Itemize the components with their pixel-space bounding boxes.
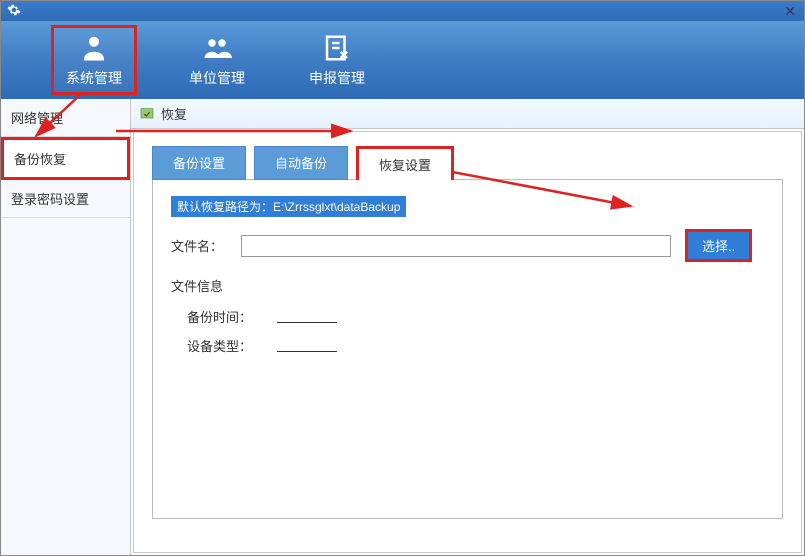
filename-row: 文件名： 选择.. bbox=[171, 229, 764, 262]
file-info-title: 文件信息 bbox=[171, 276, 764, 295]
device-type-value bbox=[277, 336, 337, 352]
sidebar-item-backup-restore[interactable]: 备份恢复 bbox=[1, 137, 130, 180]
ribbon-declaration-management[interactable]: 申报管理 bbox=[297, 28, 377, 92]
restore-icon bbox=[139, 106, 155, 122]
restore-panel: 默认恢复路径为：E:\Zrrssglxt\dataBackup 文件名： 选择.… bbox=[152, 179, 783, 519]
gear-icon[interactable] bbox=[7, 3, 21, 20]
device-type-row: 设备类型： bbox=[171, 336, 764, 355]
filename-input[interactable] bbox=[241, 235, 671, 257]
device-type-label: 设备类型： bbox=[187, 336, 277, 355]
user-admin-icon bbox=[78, 32, 110, 64]
toolbar: 恢复 bbox=[131, 99, 804, 129]
sidebar-item-password[interactable]: 登录密码设置 bbox=[1, 180, 130, 218]
body-area: 网络管理 备份恢复 登录密码设置 恢复 备份设置 自动备份 恢复设置 bbox=[1, 99, 804, 555]
sidebar-item-network[interactable]: 网络管理 bbox=[1, 99, 130, 137]
default-path-text: 默认恢复路径为：E:\Zrrssglxt\dataBackup bbox=[171, 196, 406, 217]
file-info-section: 文件信息 备份时间： 设备类型： bbox=[171, 276, 764, 355]
tab-restore-settings[interactable]: 恢复设置 bbox=[356, 146, 454, 180]
tab-auto-backup[interactable]: 自动备份 bbox=[254, 146, 348, 180]
sidebar: 网络管理 备份恢复 登录密码设置 bbox=[1, 99, 131, 555]
main-area: 恢复 备份设置 自动备份 恢复设置 默认恢复路径为：E:\Zrrssglxt\d… bbox=[131, 99, 804, 555]
ribbon-label: 申报管理 bbox=[309, 68, 365, 88]
ribbon: 系统管理 单位管理 申报管理 bbox=[1, 21, 804, 99]
backup-time-value bbox=[277, 307, 337, 323]
tabs: 备份设置 自动备份 恢复设置 bbox=[152, 146, 783, 180]
ribbon-unit-management[interactable]: 单位管理 bbox=[177, 28, 257, 92]
document-edit-icon bbox=[321, 32, 353, 64]
backup-time-label: 备份时间： bbox=[187, 307, 277, 326]
filename-label: 文件名： bbox=[171, 236, 241, 255]
app-window: ✕ 系统管理 单位管理 申报管理 网络管理 备份恢复 bbox=[0, 0, 805, 556]
sidebar-item-label: 备份恢复 bbox=[14, 152, 66, 167]
ribbon-label: 单位管理 bbox=[189, 68, 245, 88]
close-icon[interactable]: ✕ bbox=[784, 3, 796, 20]
titlebar: ✕ bbox=[1, 1, 804, 21]
backup-time-row: 备份时间： bbox=[171, 307, 764, 326]
ribbon-system-management[interactable]: 系统管理 bbox=[51, 25, 137, 95]
toolbar-label: 恢复 bbox=[161, 104, 187, 123]
sidebar-item-label: 网络管理 bbox=[11, 111, 63, 126]
tab-backup-settings[interactable]: 备份设置 bbox=[152, 146, 246, 180]
select-button[interactable]: 选择.. bbox=[685, 229, 752, 262]
group-icon bbox=[201, 32, 233, 64]
ribbon-label: 系统管理 bbox=[66, 68, 122, 88]
content-panel: 备份设置 自动备份 恢复设置 默认恢复路径为：E:\Zrrssglxt\data… bbox=[133, 131, 802, 553]
sidebar-item-label: 登录密码设置 bbox=[11, 192, 89, 207]
